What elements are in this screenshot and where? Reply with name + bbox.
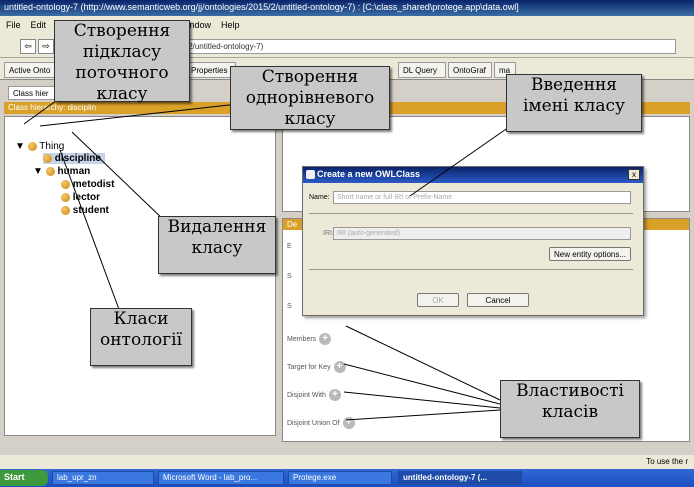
callout-class-properties: Властивості класів [500,380,640,438]
callout-class-name-entry: Введення імені класу [506,74,642,132]
callout-create-subclass: Створення підкласу поточного класу [54,20,190,104]
callout-delete-class: Видалення класу [158,216,276,274]
callout-create-sibling: Створення однорівневого класу [230,66,390,130]
callout-ontology-classes: Класи онтології [90,308,192,366]
